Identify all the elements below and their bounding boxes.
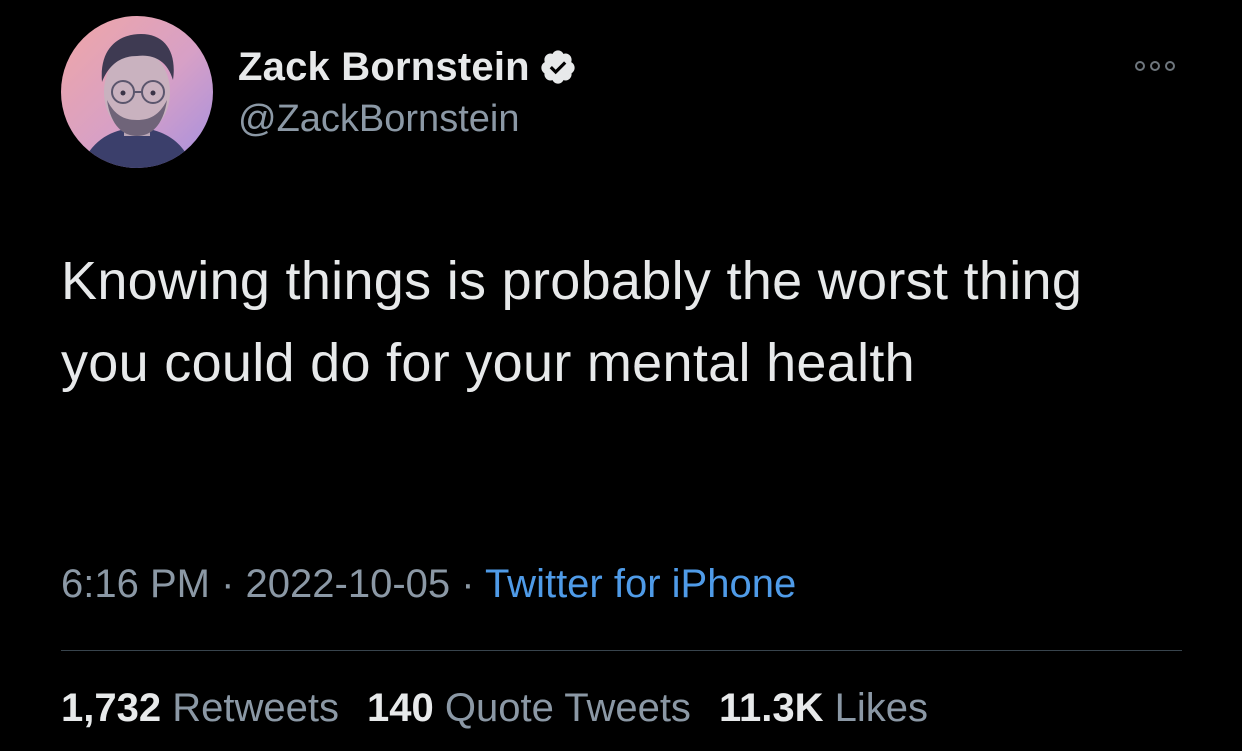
retweets-stat[interactable]: 1,732 Retweets bbox=[61, 686, 339, 731]
quote-tweets-count: 140 bbox=[366, 686, 434, 730]
tweet-time[interactable]: 6:16 PM bbox=[61, 562, 210, 606]
engagement-stats: 1,732 Retweets 140 Quote Tweets 11.3K Li… bbox=[61, 686, 928, 731]
more-horizontal-icon bbox=[1135, 61, 1175, 71]
likes-count: 11.3K bbox=[718, 686, 824, 730]
author-name-row: Zack Bornstein bbox=[238, 44, 577, 90]
quote-tweets-label: Quote Tweets bbox=[444, 686, 691, 730]
tweet-text: Knowing things is probably the worst thi… bbox=[61, 251, 1083, 393]
more-options-button[interactable] bbox=[1132, 54, 1178, 78]
verified-badge-icon bbox=[539, 48, 577, 86]
tweet-metadata: 6:16 PM · 2022-10-05 · Twitter for iPhon… bbox=[61, 562, 796, 607]
tweet-source-link[interactable]: Twitter for iPhone bbox=[485, 562, 796, 606]
likes-label: Likes bbox=[834, 686, 928, 730]
avatar-image bbox=[61, 16, 213, 168]
divider bbox=[61, 650, 1182, 651]
retweets-count: 1,732 bbox=[61, 686, 162, 730]
author-handle[interactable]: @ZackBornstein bbox=[238, 98, 519, 141]
author-avatar[interactable] bbox=[61, 16, 213, 168]
retweets-label: Retweets bbox=[172, 686, 339, 730]
quote-tweets-stat[interactable]: 140 Quote Tweets bbox=[367, 686, 691, 731]
likes-stat[interactable]: 11.3K Likes bbox=[719, 686, 928, 731]
tweet-date[interactable]: 2022-10-05 bbox=[246, 562, 451, 606]
meta-separator: · bbox=[209, 562, 246, 606]
meta-separator: · bbox=[450, 562, 485, 606]
author-display-name[interactable]: Zack Bornstein bbox=[238, 45, 530, 90]
